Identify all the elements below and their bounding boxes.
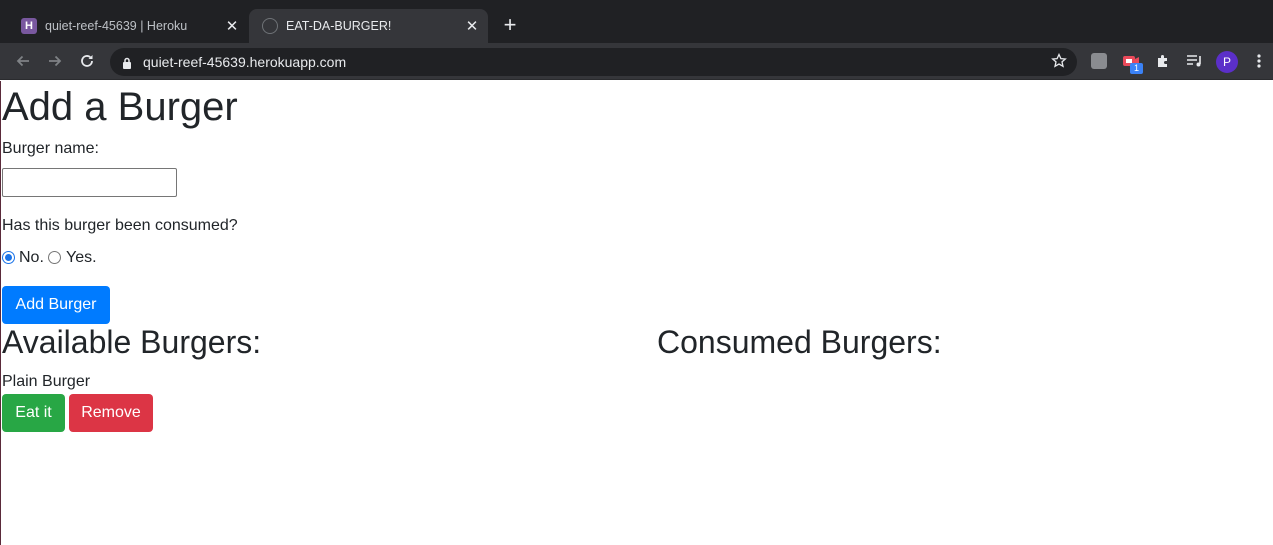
burger-item-name: Plain Burger [2,373,91,390]
url-text: quiet-reef-45639.herokuapp.com [143,54,347,70]
new-tab-button[interactable]: + [498,13,522,37]
browser-toolbar: quiet-reef-45639.herokuapp.com [0,43,1273,80]
address-bar[interactable]: quiet-reef-45639.herokuapp.com [110,48,1077,76]
heroku-icon: H [21,18,37,34]
bookmark-star-icon[interactable] [1051,52,1067,74]
eat-it-button[interactable]: Eat it [2,394,65,432]
add-burger-button[interactable]: Add Burger [2,286,110,324]
heroku-extension-icon[interactable] [1089,51,1109,71]
close-tab-icon[interactable]: ✕ [222,16,242,36]
browser-tab-heroku[interactable]: H quiet-reef-45639 | Heroku ✕ [8,9,248,43]
more-menu-icon[interactable] [1249,51,1269,71]
radio-no-label[interactable]: No. [19,249,44,267]
radio-no[interactable] [2,251,15,264]
profile-avatar[interactable]: P [1216,51,1238,73]
page-title: Add a Burger [2,85,238,129]
lock-icon [122,56,132,74]
remove-button[interactable]: Remove [69,394,153,432]
radio-yes[interactable] [48,251,61,264]
consumed-question-label: Has this burger been consumed? [2,217,238,234]
close-tab-icon[interactable]: ✕ [462,16,482,36]
extensions-puzzle-icon[interactable] [1153,51,1173,71]
media-control-icon[interactable] [1185,51,1205,71]
extension-badge: 1 [1130,63,1143,74]
globe-icon [262,18,278,34]
tab-title: quiet-reef-45639 | Heroku [45,19,188,33]
reload-icon[interactable] [75,49,99,73]
back-arrow-icon[interactable] [11,49,35,73]
burger-name-input[interactable] [2,168,177,197]
browser-tab-strip: H quiet-reef-45639 | Heroku ✕ EAT-DA-BUR… [0,0,1273,43]
consumed-burgers-heading: Consumed Burgers: [657,324,942,360]
page-content: Add a Burger Burger name: Has this burge… [0,81,1273,545]
tab-title: EAT-DA-BURGER! [286,19,392,33]
forward-arrow-icon[interactable] [43,49,67,73]
browser-tab-eat-da-burger[interactable]: EAT-DA-BURGER! ✕ [249,9,488,43]
available-burgers-heading: Available Burgers: [2,324,262,360]
radio-yes-label[interactable]: Yes. [66,249,97,267]
burger-name-label: Burger name: [2,140,99,157]
